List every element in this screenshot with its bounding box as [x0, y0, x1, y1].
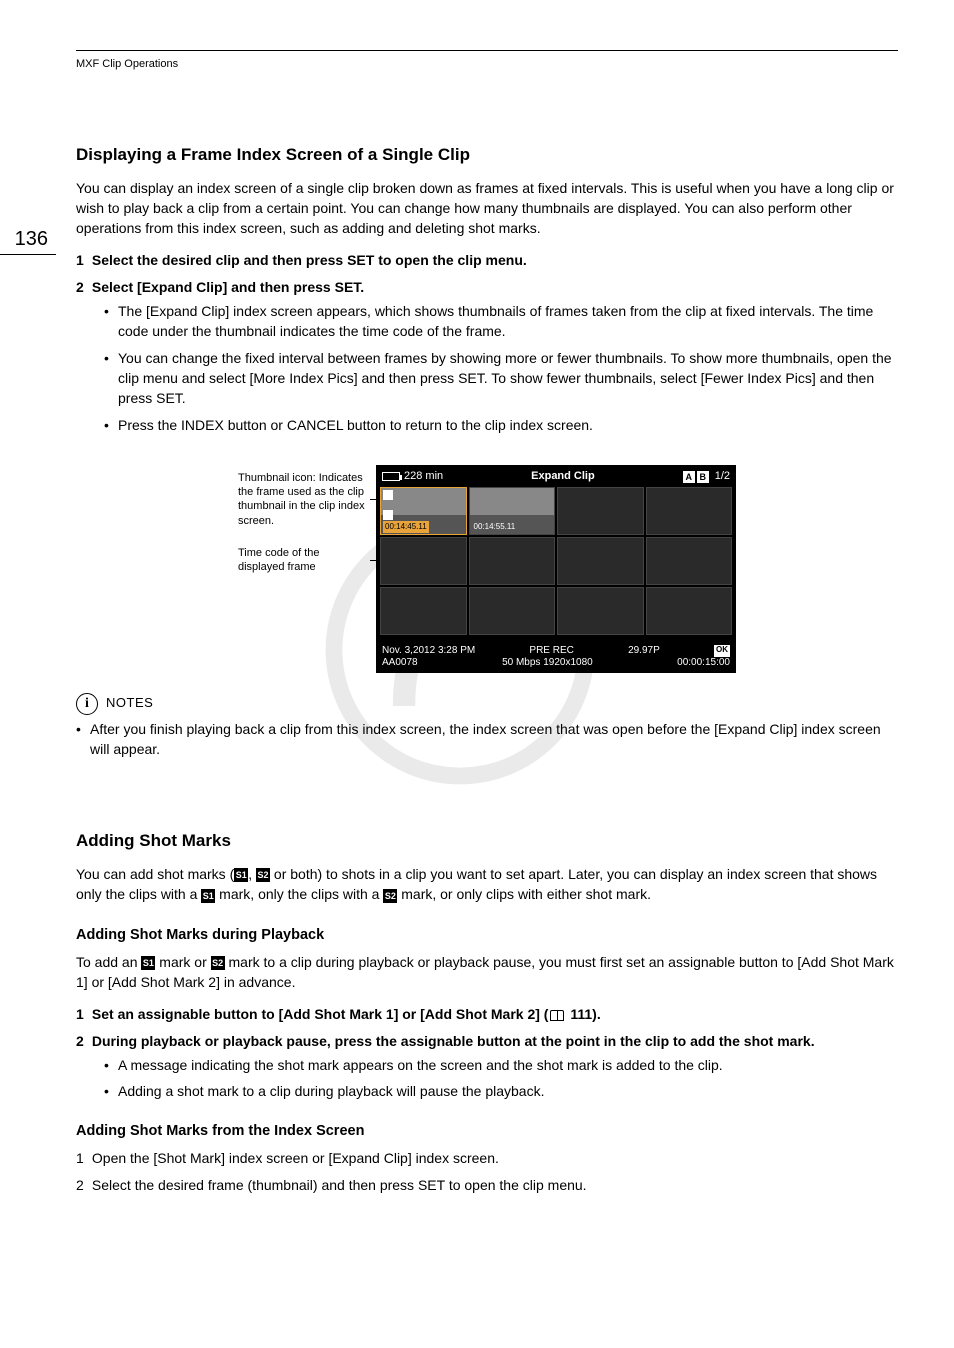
callout-thumbnail-icon: Thumbnail icon: Indicates the frame used…: [238, 471, 368, 528]
shot-mark-1-icon: S1: [234, 868, 248, 882]
section-title-shot-marks: Adding Shot Marks: [76, 829, 898, 854]
screen-date: Nov. 3,2012 3:28 PM: [382, 645, 475, 657]
shot-mark-2-icon: S2: [256, 868, 270, 882]
screen-prerec: PRE REC: [529, 645, 573, 657]
thumbnail: [469, 587, 556, 635]
thumb-timecode: 00:14:55.11: [472, 521, 518, 533]
thumbnail: [557, 487, 644, 535]
thumbnail: [469, 537, 556, 585]
sub1-step-1: 1 Set an assignable button to [Add Shot …: [76, 1004, 898, 1024]
sub1-intro: To add an S1 mark or S2 mark to a clip d…: [76, 952, 898, 993]
screen-fps: 29.97P: [628, 645, 660, 657]
screen-clipid: AA0078: [382, 657, 418, 669]
bullet: Press the INDEX button or CANCEL button …: [104, 415, 898, 435]
bullet: A message indicating the shot mark appea…: [104, 1055, 898, 1075]
bullet: Adding a shot mark to a clip during play…: [104, 1081, 898, 1101]
thumbnail: [557, 537, 644, 585]
page-number: 136: [0, 225, 56, 255]
selection-icon: [383, 490, 393, 500]
sub2-step-2: 2 Select the desired frame (thumbnail) a…: [76, 1175, 898, 1195]
step-1: 1 Select the desired clip and then press…: [76, 250, 898, 270]
camera-screen: 228 min Expand Clip AB 1/2 00:14:45.11: [376, 465, 736, 673]
subsection-title-playback: Adding Shot Marks during Playback: [76, 925, 898, 946]
shot-mark-1-icon: S1: [201, 889, 215, 903]
thumb-timecode: 00:14:45.11: [383, 521, 429, 533]
thumbnail: [380, 537, 467, 585]
callout-timecode: Time code of the displayed frame: [238, 546, 368, 575]
shot-mark-2-icon: S2: [211, 956, 225, 970]
figure: Thumbnail icon: Indicates the frame used…: [76, 465, 898, 673]
thumbnail: [646, 487, 733, 535]
page-ref-icon: [550, 1010, 564, 1021]
subsection-title-index-screen: Adding Shot Marks from the Index Screen: [76, 1121, 898, 1142]
bullet: The [Expand Clip] index screen appears, …: [104, 301, 898, 342]
notes-item: After you finish playing back a clip fro…: [76, 719, 898, 760]
header-rule: [76, 50, 898, 51]
thumbnail: [380, 587, 467, 635]
thumbnail: [646, 587, 733, 635]
battery-icon: [382, 472, 400, 481]
screen-timecode: 00:00:15:00: [677, 657, 730, 669]
sub2-step-1-text: Open the [Shot Mark] index screen or [Ex…: [92, 1150, 499, 1166]
battery-min: 228 min: [404, 469, 443, 485]
bullet: You can change the fixed interval betwee…: [104, 348, 898, 409]
section-title-frame-index: Displaying a Frame Index Screen of a Sin…: [76, 143, 898, 168]
section1-intro: You can display an index screen of a sin…: [76, 178, 898, 239]
thumbnail: 00:14:45.11: [380, 487, 467, 535]
step-2-text: Select [Expand Clip] and then press SET.: [92, 279, 364, 295]
page-indicator: 1/2: [715, 469, 730, 485]
running-header: MXF Clip Operations: [76, 57, 898, 73]
clip-thumbnail-icon: [383, 510, 393, 520]
step-1-text: Select the desired clip and then press S…: [92, 252, 527, 268]
thumbnail: [646, 537, 733, 585]
sub2-step-1: 1 Open the [Shot Mark] index screen or […: [76, 1148, 898, 1168]
thumbnail: [557, 587, 644, 635]
notes-label: NOTES: [106, 694, 153, 713]
section2-intro: You can add shot marks (S1, S2 or both) …: [76, 864, 898, 905]
shot-mark-1-icon: S1: [141, 956, 155, 970]
sub2-step-2-text: Select the desired frame (thumbnail) and…: [92, 1177, 587, 1193]
sub1-step-2: 2 During playback or playback pause, pre…: [76, 1031, 898, 1102]
ab-icon: AB: [683, 471, 709, 483]
ok-badge: OK: [714, 645, 730, 657]
screen-format: 50 Mbps 1920x1080: [502, 657, 593, 669]
screen-title: Expand Clip: [531, 469, 595, 485]
thumbnail: 00:14:55.11: [469, 487, 556, 535]
shot-mark-2-icon: S2: [383, 889, 397, 903]
info-icon: i: [76, 693, 98, 715]
step-2: 2 Select [Expand Clip] and then press SE…: [76, 277, 898, 435]
sub1-step-2-text: During playback or playback pause, press…: [92, 1033, 815, 1049]
